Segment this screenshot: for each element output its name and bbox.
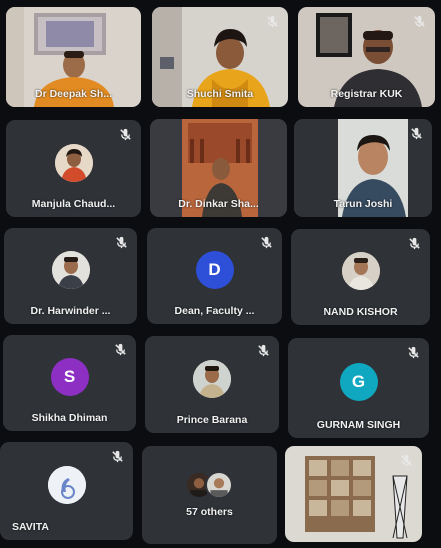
participant-tile-shikha[interactable]: S Shikha Dhiman — [3, 335, 136, 431]
participant-name: Dr. Dinkar Sha... — [178, 198, 259, 210]
participant-tile-registrar[interactable]: Registrar KUK — [298, 7, 435, 107]
participant-tile-nand-kishor[interactable]: NAND KISHOR — [291, 229, 430, 325]
participant-name: Shikha Dhiman — [31, 412, 108, 424]
avatar-letter: D — [208, 260, 221, 280]
participant-avatar-d: D — [195, 251, 234, 290]
participant-name: Manjula Chaud... — [31, 198, 116, 210]
mic-muted-icon — [118, 127, 133, 142]
participant-tile-gurnam[interactable]: G GURNAM SINGH — [288, 338, 429, 438]
participant-tile-dean[interactable]: D Dean, Faculty ... — [147, 228, 282, 324]
others-count-label: 57 others — [186, 506, 233, 518]
participant-name: Shuchi Smita — [186, 88, 254, 100]
avatar-letter: S — [63, 367, 76, 387]
participant-tile-savita[interactable]: SAVITA — [0, 442, 133, 540]
avatar-letter: G — [351, 372, 366, 391]
participant-tile-harwinder[interactable]: Dr. Harwinder ... — [4, 228, 137, 324]
participant-tile-others[interactable]: 57 others — [142, 446, 277, 544]
participant-photo — [47, 466, 86, 505]
others-avatar-2 — [204, 471, 233, 500]
mic-muted-icon — [110, 449, 125, 464]
participant-name: GURNAM SINGH — [316, 419, 401, 431]
participant-name: NAND KISHOR — [323, 306, 398, 318]
participant-name: Dean, Faculty ... — [174, 305, 255, 317]
participant-tile-dinkar[interactable]: Dr. Dinkar Sha... — [150, 119, 287, 217]
participant-photo — [341, 252, 380, 291]
participant-name: Tarun Joshi — [333, 198, 393, 210]
participant-avatar-g: G — [339, 363, 378, 401]
mic-muted-icon — [412, 14, 427, 29]
participant-grid: Dr Deepak Sh... Shuchi Smita Registrar K… — [0, 0, 441, 548]
participant-name: SAVITA — [12, 521, 49, 533]
participant-name: Prince Barana — [176, 414, 248, 426]
mic-muted-icon — [409, 126, 424, 141]
participant-name: Dr. Harwinder ... — [30, 305, 111, 317]
mic-muted-icon — [259, 235, 274, 250]
participant-tile-tarun[interactable]: Tarun Joshi — [294, 119, 432, 217]
participant-photo — [51, 251, 90, 290]
participant-tile-manjula[interactable]: Manjula Chaud... — [6, 120, 141, 217]
participant-name: Dr Deepak Sh... — [34, 88, 113, 100]
participant-tile-prince[interactable]: Prince Barana — [145, 336, 279, 433]
participant-tile-deepak[interactable]: Dr Deepak Sh... — [6, 7, 141, 107]
mic-muted-icon — [407, 236, 422, 251]
participant-name: Registrar KUK — [330, 88, 403, 100]
participant-tile-room[interactable] — [285, 446, 422, 542]
others-avatar-stack — [184, 471, 235, 500]
mic-muted-icon — [265, 14, 280, 29]
participant-tile-shuchi[interactable]: Shuchi Smita — [152, 7, 288, 107]
participant-avatar-s: S — [50, 358, 89, 397]
mic-muted-icon — [399, 453, 414, 468]
mic-muted-icon — [113, 342, 128, 357]
mic-muted-icon — [406, 345, 421, 360]
mic-muted-icon — [114, 235, 129, 250]
participant-photo — [193, 359, 231, 398]
participant-photo — [54, 143, 93, 182]
mic-muted-icon — [256, 343, 271, 358]
